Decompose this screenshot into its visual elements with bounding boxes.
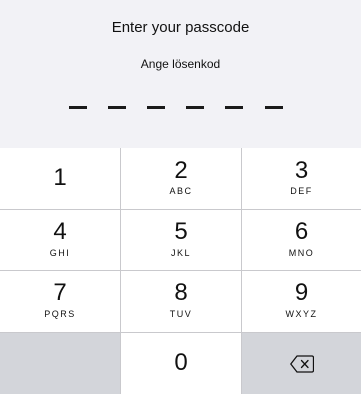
key-digit: 9 (294, 279, 309, 306)
passcode-screen: Enter your passcode Ange lösenkod 1 2 AB… (0, 0, 361, 394)
key-digit: 1 (53, 164, 67, 191)
key-digit: 3 (294, 157, 309, 184)
backspace-icon (289, 354, 314, 373)
key-3[interactable]: 3 DEF (242, 148, 361, 209)
passcode-indicator (0, 106, 361, 110)
key-2[interactable]: 2 ABC (121, 148, 241, 209)
key-1[interactable]: 1 (0, 148, 120, 209)
key-7[interactable]: 7 PQRS (0, 271, 120, 332)
key-digit: 6 (294, 218, 309, 245)
key-letters: TUV (169, 309, 193, 319)
key-0[interactable]: 0 (121, 333, 241, 394)
numeric-keypad: 1 2 ABC 3 DEF 4 GHI 5 JKL 6 MNO 7 PQRS 8 (0, 148, 361, 394)
passcode-header: Enter your passcode Ange lösenkod (0, 0, 361, 148)
key-letters: MNO (288, 248, 315, 258)
key-digit: 7 (53, 279, 67, 306)
key-5[interactable]: 5 JKL (121, 210, 241, 270)
key-digit: 2 (174, 157, 188, 184)
key-letters: PQRS (44, 309, 76, 319)
key-4[interactable]: 4 GHI (0, 210, 120, 270)
key-8[interactable]: 8 TUV (121, 271, 241, 332)
key-letters: JKL (170, 248, 191, 258)
passcode-slot (108, 106, 126, 109)
passcode-slot (69, 106, 87, 109)
passcode-slot (225, 106, 243, 109)
key-letters: WXYZ (285, 309, 318, 319)
passcode-slot (186, 106, 204, 109)
passcode-title: Enter your passcode (111, 19, 250, 36)
key-letters: GHI (49, 248, 71, 258)
key-digit: 0 (174, 349, 188, 376)
key-letters: ABC (169, 186, 193, 196)
key-6[interactable]: 6 MNO (242, 210, 361, 270)
key-blank (0, 333, 120, 394)
passcode-slot (265, 106, 283, 109)
key-digit: 5 (174, 218, 188, 245)
key-digit: 8 (174, 279, 188, 306)
passcode-subtitle: Ange lösenkod (140, 57, 221, 71)
delete-button[interactable] (242, 333, 361, 394)
key-digit: 4 (53, 218, 67, 245)
key-9[interactable]: 9 WXYZ (242, 271, 361, 332)
passcode-slot (147, 106, 165, 109)
key-letters: DEF (290, 186, 313, 196)
